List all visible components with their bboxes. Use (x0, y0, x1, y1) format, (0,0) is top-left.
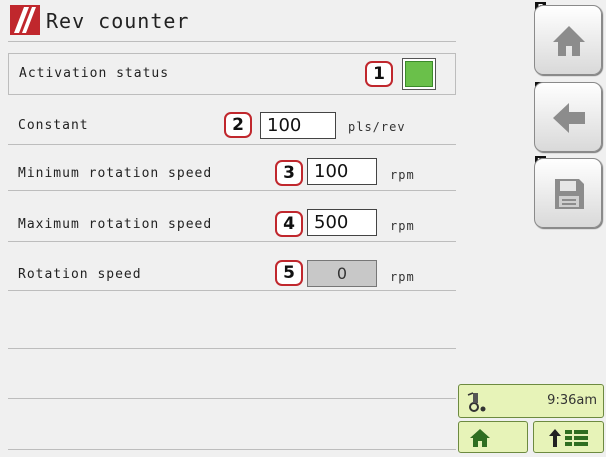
max-rotation-speed-row: Maximum rotation speed 4 500 rpm (8, 201, 456, 242)
constant-field[interactable]: 100 (260, 112, 336, 139)
menu-up-button[interactable] (533, 421, 604, 453)
empty-row-divider-2 (8, 398, 456, 399)
back-button[interactable] (534, 82, 602, 152)
activation-toggle[interactable] (402, 58, 436, 90)
back-arrow-icon (553, 103, 585, 133)
bottom-home-button[interactable] (458, 421, 528, 453)
title-divider (8, 41, 456, 42)
brand-logo (10, 5, 40, 35)
main-panel: Rev counter Activation status 1 Constant… (4, 0, 456, 454)
activation-toggle-indicator (405, 61, 433, 87)
constant-label: Constant (18, 118, 89, 133)
rotation-speed-row: Rotation speed 5 0 rpm (8, 250, 456, 291)
min-rotation-speed-field[interactable]: 100 (307, 158, 377, 185)
max-rotation-speed-label: Maximum rotation speed (18, 217, 213, 232)
rotation-speed-unit: rpm (390, 270, 415, 284)
activation-status-label: Activation status (19, 66, 170, 81)
callout-badge-5: 5 (275, 260, 303, 286)
callout-badge-4: 4 (275, 211, 303, 237)
clock-time: 9:36am (547, 393, 597, 408)
constant-unit: pls/rev (348, 120, 406, 134)
status-bar[interactable]: 9:36am (458, 384, 604, 418)
menu-up-icon (549, 429, 588, 447)
empty-row-divider-1 (8, 348, 456, 349)
page-title: Rev counter (46, 9, 190, 33)
gps-tractor-icon (467, 392, 486, 412)
empty-row-divider-3 (8, 449, 456, 450)
title-bar: Rev counter (4, 0, 456, 42)
callout-badge-2: 2 (224, 112, 252, 138)
save-button[interactable] (534, 158, 602, 228)
min-rotation-speed-row: Minimum rotation speed 3 100 rpm (8, 150, 456, 191)
save-icon (555, 179, 584, 209)
constant-row: Constant 2 100 pls/rev (8, 104, 456, 145)
callout-badge-3: 3 (275, 160, 303, 186)
home-icon (553, 26, 585, 56)
callout-badge-1: 1 (365, 61, 393, 87)
min-rotation-speed-label: Minimum rotation speed (18, 166, 213, 181)
min-rotation-speed-unit: rpm (390, 168, 415, 182)
rotation-speed-readout: 0 (307, 260, 377, 287)
max-rotation-speed-unit: rpm (390, 219, 415, 233)
home-button[interactable] (534, 5, 602, 75)
activation-status-row: Activation status 1 (8, 53, 456, 95)
rotation-speed-label: Rotation speed (18, 267, 142, 282)
max-rotation-speed-field[interactable]: 500 (307, 209, 377, 236)
home-icon (470, 429, 490, 447)
